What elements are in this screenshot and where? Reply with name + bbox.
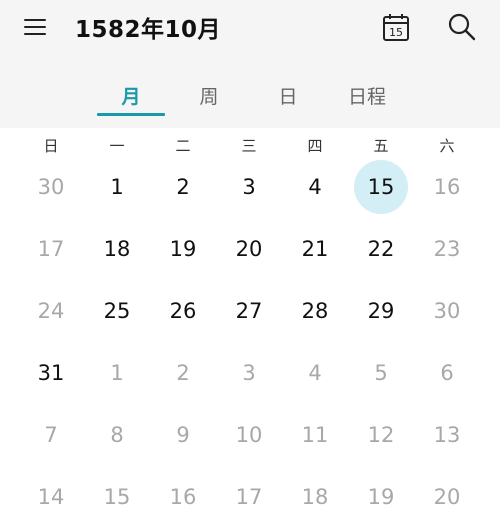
day-cell[interactable]: 19 xyxy=(156,222,210,276)
day-cell[interactable]: 5 xyxy=(354,346,408,400)
tab-day[interactable]: 日 xyxy=(253,82,323,109)
weekday-label: 一 xyxy=(109,137,125,155)
day-cell[interactable]: 30 xyxy=(420,284,474,338)
day-cell[interactable]: 18 xyxy=(288,470,342,524)
tab-week[interactable]: 周 xyxy=(174,82,244,109)
weekday-header: 日 一 二 三 四 五 六 xyxy=(0,135,500,155)
view-tabs: 月 周 日 日程 xyxy=(0,80,500,120)
day-cell-today[interactable]: 15 xyxy=(354,160,408,214)
active-tab-indicator xyxy=(97,113,165,116)
day-cell[interactable]: 27 xyxy=(222,284,276,338)
day-cell[interactable]: 9 xyxy=(156,408,210,462)
day-cell[interactable]: 1 xyxy=(90,160,144,214)
day-cell[interactable]: 17 xyxy=(24,222,78,276)
day-cell[interactable]: 15 xyxy=(90,470,144,524)
month-grid: 30 1 2 3 4 15 16 17 18 19 20 21 22 23 24 25 26 27 28 29 30 31… xyxy=(0,160,500,511)
day-cell[interactable]: 17 xyxy=(222,470,276,524)
day-cell[interactable]: 21 xyxy=(288,222,342,276)
day-cell[interactable]: 3 xyxy=(222,160,276,214)
day-cell[interactable]: 31 xyxy=(24,346,78,400)
weekday-label: 五 xyxy=(373,137,389,155)
calendar-today-icon[interactable]: 15 xyxy=(382,12,410,42)
day-cell[interactable]: 12 xyxy=(354,408,408,462)
day-cell[interactable]: 23 xyxy=(420,222,474,276)
day-cell[interactable]: 26 xyxy=(156,284,210,338)
day-cell[interactable]: 19 xyxy=(354,470,408,524)
day-cell[interactable]: 3 xyxy=(222,346,276,400)
day-cell[interactable]: 4 xyxy=(288,346,342,400)
day-cell[interactable]: 6 xyxy=(420,346,474,400)
day-cell[interactable]: 30 xyxy=(24,160,78,214)
day-cell[interactable]: 29 xyxy=(354,284,408,338)
weekday-label: 日 xyxy=(43,137,59,155)
day-cell[interactable]: 13 xyxy=(420,408,474,462)
tab-schedule[interactable]: 日程 xyxy=(332,82,402,109)
day-cell[interactable]: 1 xyxy=(90,346,144,400)
day-cell[interactable]: 10 xyxy=(222,408,276,462)
day-cell[interactable]: 28 xyxy=(288,284,342,338)
day-cell[interactable]: 20 xyxy=(222,222,276,276)
day-cell[interactable]: 11 xyxy=(288,408,342,462)
weekday-label: 二 xyxy=(175,137,191,155)
top-bar: 1582年10月 15 月 周 日 日程 xyxy=(0,0,500,128)
day-cell[interactable]: 20 xyxy=(420,470,474,524)
day-cell[interactable]: 7 xyxy=(24,408,78,462)
menu-icon[interactable] xyxy=(22,16,50,40)
day-cell[interactable]: 14 xyxy=(24,470,78,524)
day-cell[interactable]: 2 xyxy=(156,160,210,214)
day-cell[interactable]: 16 xyxy=(156,470,210,524)
weekday-label: 三 xyxy=(241,137,257,155)
day-cell[interactable]: 4 xyxy=(288,160,342,214)
weekday-label: 四 xyxy=(307,137,323,155)
month-title[interactable]: 1582年10月 xyxy=(75,10,221,44)
day-cell[interactable]: 24 xyxy=(24,284,78,338)
tab-month[interactable]: 月 xyxy=(96,82,166,109)
day-cell[interactable]: 22 xyxy=(354,222,408,276)
day-cell[interactable]: 18 xyxy=(90,222,144,276)
day-cell[interactable]: 8 xyxy=(90,408,144,462)
weekday-label: 六 xyxy=(439,137,455,155)
day-cell[interactable]: 2 xyxy=(156,346,210,400)
today-badge-number: 15 xyxy=(389,26,403,39)
day-cell[interactable]: 16 xyxy=(420,160,474,214)
search-icon[interactable] xyxy=(447,12,477,42)
day-cell[interactable]: 25 xyxy=(90,284,144,338)
